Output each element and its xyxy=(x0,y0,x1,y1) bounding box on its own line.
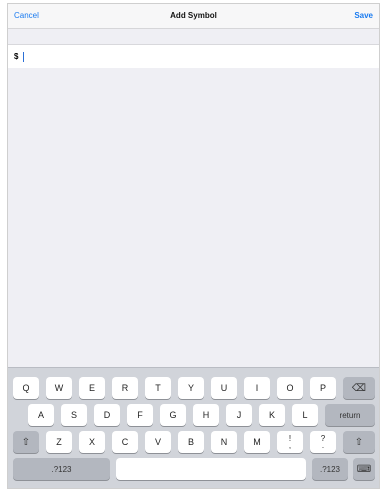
page-title: Add Symbol xyxy=(170,11,217,20)
key-a[interactable]: A xyxy=(28,404,54,426)
numbers-key-left[interactable]: .?123 xyxy=(13,458,110,480)
text-caret xyxy=(23,52,24,62)
backspace-key[interactable]: ⌫ xyxy=(343,377,375,399)
key-x[interactable]: X xyxy=(79,431,105,453)
key-question-period[interactable]: ? . xyxy=(310,431,336,453)
key-l[interactable]: L xyxy=(292,404,318,426)
shift-key-left[interactable]: ⇧ xyxy=(13,431,39,453)
key-f[interactable]: F xyxy=(127,404,153,426)
symbol-field-row xyxy=(8,44,379,69)
key-e[interactable]: E xyxy=(79,377,105,399)
key-j[interactable]: J xyxy=(226,404,252,426)
key-m[interactable]: M xyxy=(244,431,270,453)
key-exclamation-comma[interactable]: ! , xyxy=(277,431,303,453)
app-window: Cancel Add Symbol Save Q W E R T Y U I O… xyxy=(7,3,380,489)
shift-icon: ⇧ xyxy=(21,436,31,448)
punct-bottom: , xyxy=(288,441,292,450)
key-k[interactable]: K xyxy=(259,404,285,426)
punct-label: ! , xyxy=(288,435,292,450)
return-key[interactable]: return xyxy=(325,404,375,426)
space-key[interactable] xyxy=(116,458,306,480)
punct-label: ? . xyxy=(321,435,325,450)
hide-keyboard-key[interactable]: ⌨ xyxy=(353,458,375,480)
shift-icon: ⇧ xyxy=(354,436,364,448)
numbers-key-right[interactable]: .?123 xyxy=(312,458,348,480)
key-c[interactable]: C xyxy=(112,431,138,453)
key-h[interactable]: H xyxy=(193,404,219,426)
key-d[interactable]: D xyxy=(94,404,120,426)
backspace-icon: ⌫ xyxy=(351,382,367,394)
key-o[interactable]: O xyxy=(277,377,303,399)
section-spacer xyxy=(8,29,379,43)
key-p[interactable]: P xyxy=(310,377,336,399)
onscreen-keyboard: Q W E R T Y U I O P ⌫ A S D F G H J K L … xyxy=(8,367,379,488)
key-t[interactable]: T xyxy=(145,377,171,399)
key-u[interactable]: U xyxy=(211,377,237,399)
shift-key-right[interactable]: ⇧ xyxy=(343,431,375,453)
content-area xyxy=(8,68,379,367)
key-v[interactable]: V xyxy=(145,431,171,453)
key-g[interactable]: G xyxy=(160,404,186,426)
key-b[interactable]: B xyxy=(178,431,204,453)
navigation-bar: Cancel Add Symbol Save xyxy=(8,4,379,29)
symbol-input[interactable] xyxy=(14,50,354,63)
key-r[interactable]: R xyxy=(112,377,138,399)
key-z[interactable]: Z xyxy=(46,431,72,453)
key-w[interactable]: W xyxy=(46,377,72,399)
punct-bottom: . xyxy=(321,441,325,450)
key-n[interactable]: N xyxy=(211,431,237,453)
key-i[interactable]: I xyxy=(244,377,270,399)
key-q[interactable]: Q xyxy=(13,377,39,399)
save-button[interactable]: Save xyxy=(354,11,373,20)
keyboard-icon: ⌨ xyxy=(356,463,372,475)
key-s[interactable]: S xyxy=(61,404,87,426)
key-y[interactable]: Y xyxy=(178,377,204,399)
